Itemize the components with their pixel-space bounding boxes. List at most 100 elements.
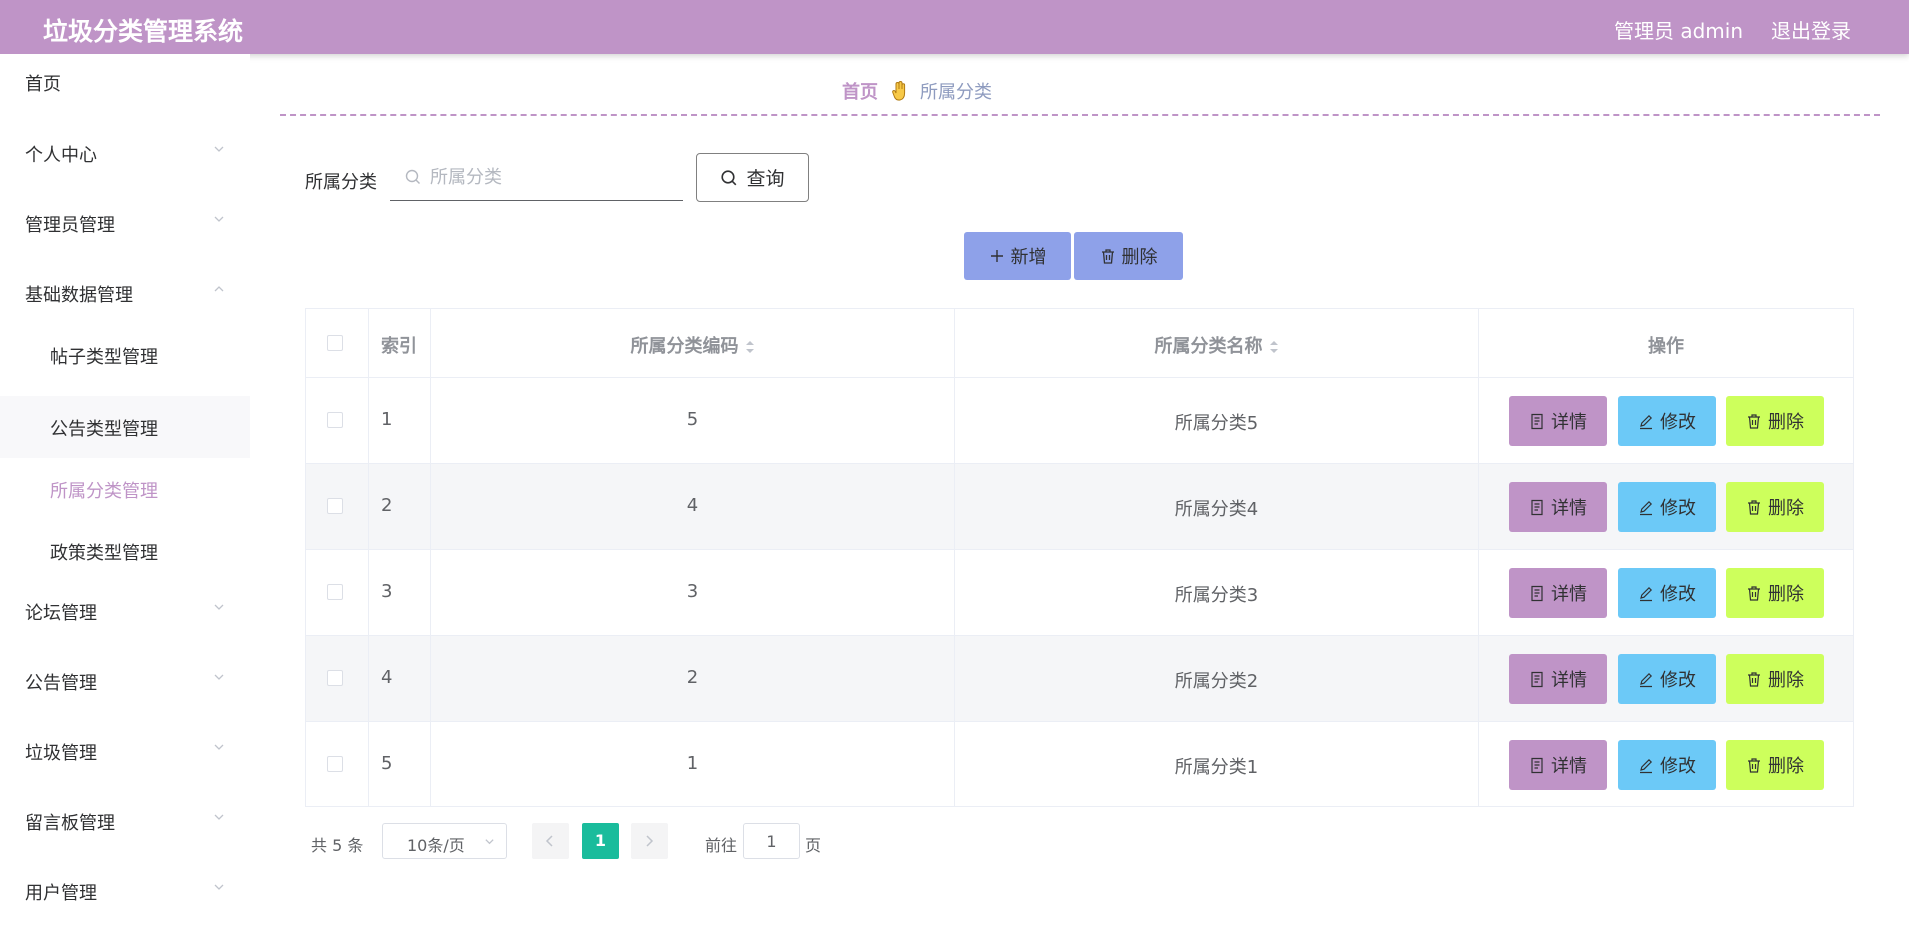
edit-button[interactable]: 修改 bbox=[1618, 654, 1716, 704]
sidebar-subitem-category[interactable]: 所属分类管理 bbox=[0, 458, 250, 520]
detail-button[interactable]: 详情 bbox=[1509, 654, 1607, 704]
row-checkbox[interactable] bbox=[327, 498, 343, 514]
edit-button-label: 修改 bbox=[1660, 498, 1696, 519]
sort-icon[interactable] bbox=[745, 339, 755, 355]
detail-button-label: 详情 bbox=[1551, 756, 1587, 777]
next-page-button[interactable] bbox=[631, 823, 668, 859]
cell-name: 所属分类4 bbox=[1174, 499, 1259, 520]
column-header-wrap: 所属分类名称 bbox=[955, 332, 1478, 358]
column-header-name[interactable]: 所属分类名称 bbox=[955, 309, 1479, 378]
query-button[interactable]: 查询 bbox=[696, 153, 809, 202]
column-header-label: 所属分类名称 bbox=[1154, 336, 1263, 357]
chevron-down-icon bbox=[214, 146, 224, 152]
chevron-down-icon bbox=[214, 884, 224, 890]
page-size-select[interactable]: 10条/页 bbox=[382, 823, 507, 859]
sidebar-subitem-policy-type[interactable]: 政策类型管理 bbox=[0, 520, 250, 582]
table-row: 2 4 所属分类4 详情 修改 删除 bbox=[306, 464, 1853, 550]
sort-icon[interactable] bbox=[1269, 339, 1279, 355]
goto-label: 前往 bbox=[705, 836, 738, 855]
search-input[interactable] bbox=[428, 161, 672, 193]
sidebar-item-label: 管理员管理 bbox=[25, 215, 115, 236]
sidebar-item-garbage[interactable]: 垃圾管理 bbox=[0, 723, 250, 779]
breadcrumb-divider bbox=[280, 114, 1880, 116]
table-row: 3 3 所属分类3 详情 修改 删除 bbox=[306, 550, 1853, 636]
delete-button-label: 删除 bbox=[1768, 498, 1804, 519]
edit-button[interactable]: 修改 bbox=[1618, 482, 1716, 532]
plus-icon bbox=[990, 250, 1003, 262]
pencil-icon bbox=[1640, 586, 1653, 601]
detail-button[interactable]: 详情 bbox=[1509, 396, 1607, 446]
breadcrumb-home[interactable]: 首页 bbox=[842, 78, 878, 104]
sidebar-subitem-label: 公告类型管理 bbox=[50, 419, 158, 440]
column-header-label: 所属分类编码 bbox=[630, 336, 739, 357]
column-header-actions: 操作 bbox=[1479, 309, 1853, 378]
detail-button[interactable]: 详情 bbox=[1509, 740, 1607, 790]
logout-button[interactable]: 退出登录 bbox=[1771, 15, 1851, 44]
sidebar-item-label: 论坛管理 bbox=[25, 603, 97, 624]
document-icon bbox=[1531, 413, 1543, 429]
detail-button[interactable]: 详情 bbox=[1509, 482, 1607, 532]
sidebar-subitem-label: 政策类型管理 bbox=[50, 543, 158, 564]
sidebar-item-admin-management[interactable]: 管理员管理 bbox=[0, 195, 250, 251]
sidebar-item-forum[interactable]: 论坛管理 bbox=[0, 583, 250, 639]
document-icon bbox=[1531, 671, 1543, 687]
goto-page-input[interactable] bbox=[743, 823, 800, 859]
sidebar-item-personal-center[interactable]: 个人中心 bbox=[0, 125, 250, 181]
detail-button-label: 详情 bbox=[1551, 412, 1587, 433]
cell-index: 2 bbox=[381, 495, 393, 516]
edit-button[interactable]: 修改 bbox=[1618, 740, 1716, 790]
row-checkbox[interactable] bbox=[327, 412, 343, 428]
column-header-wrap: 所属分类编码 bbox=[431, 332, 954, 358]
delete-button[interactable]: 删除 bbox=[1726, 654, 1824, 704]
add-button[interactable]: 新增 bbox=[964, 232, 1071, 280]
pencil-icon bbox=[1640, 672, 1653, 687]
delete-button-label: 删除 bbox=[1768, 584, 1804, 605]
detail-button[interactable]: 详情 bbox=[1509, 568, 1607, 618]
add-button-label: 新增 bbox=[1010, 247, 1047, 268]
edit-button-label: 修改 bbox=[1660, 756, 1696, 777]
delete-button[interactable]: 删除 bbox=[1726, 396, 1824, 446]
edit-button[interactable]: 修改 bbox=[1618, 396, 1716, 446]
trash-icon bbox=[1748, 757, 1760, 773]
sidebar-item-users[interactable]: 用户管理 bbox=[0, 863, 250, 919]
pencil-icon bbox=[1640, 414, 1653, 429]
delete-button[interactable]: 删除 bbox=[1726, 568, 1824, 618]
edit-button-label: 修改 bbox=[1660, 670, 1696, 691]
select-all-checkbox[interactable] bbox=[327, 335, 343, 351]
cell-name: 所属分类5 bbox=[1174, 413, 1259, 434]
detail-button-label: 详情 bbox=[1551, 584, 1587, 605]
cell-index: 4 bbox=[381, 667, 393, 688]
column-header-code[interactable]: 所属分类编码 bbox=[431, 309, 955, 378]
trash-icon bbox=[1748, 413, 1760, 429]
sidebar-item-basic-data[interactable]: 基础数据管理 bbox=[0, 265, 250, 321]
batch-delete-button[interactable]: 删除 bbox=[1074, 232, 1183, 280]
row-checkbox[interactable] bbox=[327, 584, 343, 600]
prev-page-button[interactable] bbox=[532, 823, 569, 859]
cell-index: 1 bbox=[381, 409, 393, 430]
delete-button[interactable]: 删除 bbox=[1726, 482, 1824, 532]
row-checkbox[interactable] bbox=[327, 756, 343, 772]
delete-button-label: 删除 bbox=[1768, 756, 1804, 777]
document-icon bbox=[1531, 585, 1543, 601]
chevron-down-icon bbox=[214, 744, 224, 750]
cell-name: 所属分类3 bbox=[1174, 585, 1259, 606]
document-icon bbox=[1531, 757, 1543, 773]
sidebar-item-home[interactable]: 首页 bbox=[0, 54, 250, 110]
row-checkbox[interactable] bbox=[327, 670, 343, 686]
detail-button-label: 详情 bbox=[1551, 670, 1587, 691]
search-box bbox=[390, 153, 683, 201]
table-row: 4 2 所属分类2 详情 修改 删除 bbox=[306, 636, 1853, 722]
delete-button-label: 删除 bbox=[1768, 412, 1804, 433]
cell-code: 5 bbox=[686, 409, 699, 430]
sidebar-item-label: 留言板管理 bbox=[25, 813, 115, 834]
chevron-right-icon bbox=[646, 835, 654, 847]
edit-button[interactable]: 修改 bbox=[1618, 568, 1716, 618]
chevron-down-icon bbox=[214, 674, 224, 680]
sidebar-subitem-notice-type[interactable]: 公告类型管理 bbox=[0, 396, 250, 458]
sidebar-item-message-board[interactable]: 留言板管理 bbox=[0, 793, 250, 849]
sidebar-item-notice[interactable]: 公告管理 bbox=[0, 653, 250, 709]
cell-index: 5 bbox=[381, 753, 393, 774]
sidebar-subitem-post-type[interactable]: 帖子类型管理 bbox=[0, 324, 250, 386]
delete-button[interactable]: 删除 bbox=[1726, 740, 1824, 790]
page-number-active[interactable]: 1 bbox=[582, 823, 619, 859]
